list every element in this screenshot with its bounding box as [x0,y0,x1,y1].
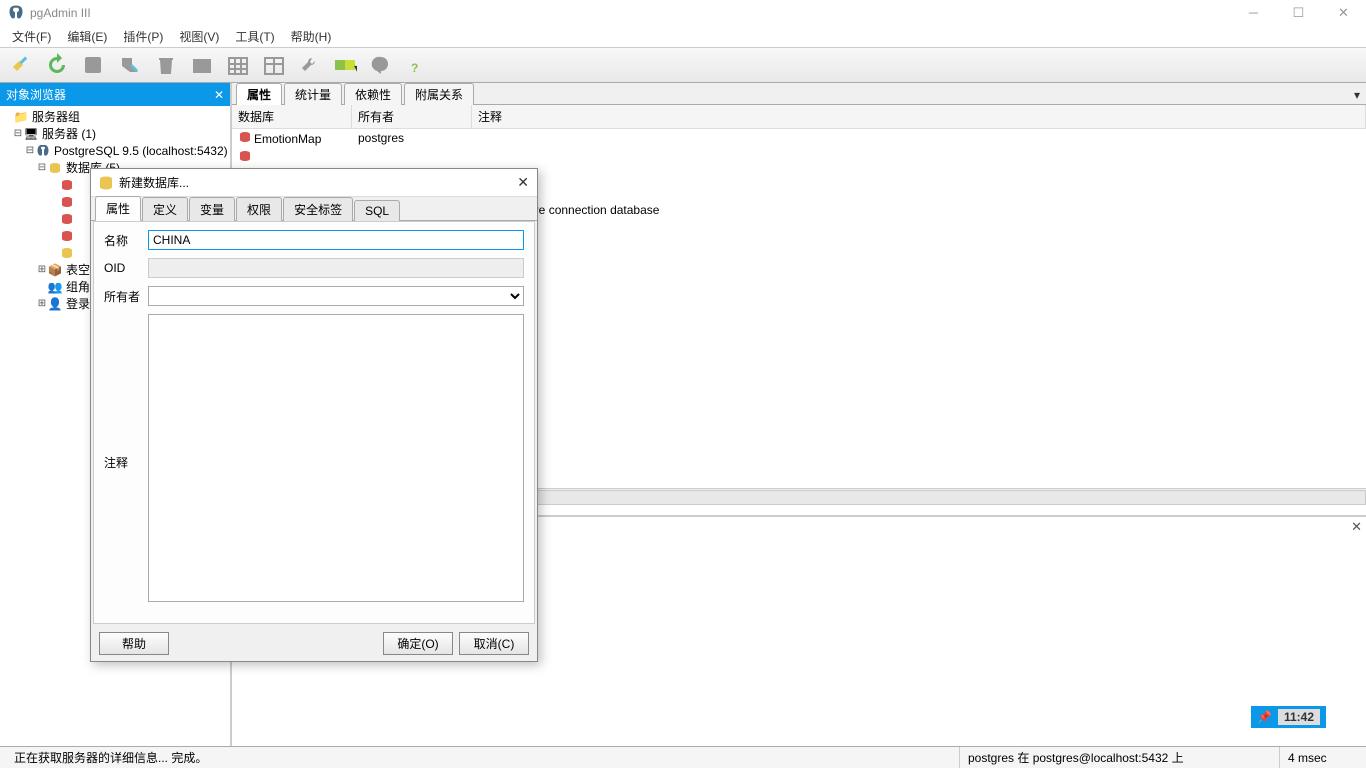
col-owner[interactable]: 所有者 [352,105,472,128]
dlg-tab-sql[interactable]: SQL [354,200,400,221]
label-oid: OID [104,261,148,275]
maximize-button[interactable]: ☐ [1276,0,1321,25]
tree-servers[interactable]: 服务器 (1) [42,125,96,142]
svg-text:?: ? [411,61,418,75]
dlg-tab-properties[interactable]: 属性 [95,196,141,221]
help-icon[interactable]: ? [400,50,434,80]
label-name: 名称 [104,232,148,249]
dialog-title: 新建数据库... [119,174,189,191]
tree-server-node[interactable]: PostgreSQL 9.5 (localhost:5432) [54,144,228,158]
oid-field [148,258,524,278]
col-comment[interactable]: 注释 [472,105,1366,128]
sql-icon[interactable] [184,50,218,80]
content-tabs: 属性 统计量 依赖性 附属关系 ▾ [232,83,1366,105]
expand-icon[interactable]: ⊟ [24,145,36,156]
status-connection: postgres 在 postgres@localhost:5432 上 [960,747,1280,768]
status-message: 正在获取服务器的详细信息... 完成。 [6,747,960,768]
minimize-button[interactable]: ─ [1231,0,1276,25]
titlebar: pgAdmin III ─ ☐ ✕ [0,0,1366,25]
expand-icon[interactable]: ⊞ [36,298,48,309]
col-database[interactable]: 数据库 [232,105,352,128]
tab-properties[interactable]: 属性 [236,83,282,105]
drop-icon[interactable] [148,50,182,80]
tree-login-roles[interactable]: 登录 [66,295,90,312]
new-database-dialog: 新建数据库... ✕ 属性 定义 变量 权限 安全标签 SQL 名称 OID 所… [90,168,538,662]
filter-icon[interactable] [256,50,290,80]
expand-icon[interactable]: ⊞ [36,264,48,275]
dialog-tabs: 属性 定义 变量 权限 安全标签 SQL [91,197,537,221]
app-title: pgAdmin III [30,6,91,20]
app-icon [8,5,24,21]
expand-icon[interactable]: ⊟ [36,162,48,173]
cell-db: EmotionMap [254,132,321,146]
create-icon[interactable] [112,50,146,80]
dlg-tab-privileges[interactable]: 权限 [236,197,282,221]
menu-tools[interactable]: 工具(T) [227,26,282,47]
tree-root[interactable]: 服务器组 [32,108,80,125]
refresh-icon[interactable] [40,50,74,80]
sql-pane-close-icon[interactable]: ✕ [1351,519,1362,535]
menubar: 文件(F) 编辑(E) 插件(P) 视图(V) 工具(T) 帮助(H) [0,25,1366,47]
close-button[interactable]: ✕ [1321,0,1366,25]
tab-dependents[interactable]: 附属关系 [404,83,474,105]
comment-field[interactable] [148,314,524,602]
table-row[interactable]: EmotionMap postgres [232,129,1366,148]
tab-dropdown-icon[interactable]: ▾ [1348,86,1366,104]
dialog-body: 名称 OID 所有者 注释 [93,221,535,624]
menu-edit[interactable]: 编辑(E) [59,26,115,47]
label-owner: 所有者 [104,288,148,305]
dialog-buttons: 帮助 确定(O) 取消(C) [91,626,537,661]
tree-group-roles[interactable]: 组角 [66,278,90,295]
window-controls: ─ ☐ ✕ [1231,0,1366,25]
dialog-titlebar[interactable]: 新建数据库... ✕ [91,169,537,197]
connect-icon[interactable] [4,50,38,80]
label-comment: 注释 [104,454,148,471]
cell-comment-partial: dministrative connection database [472,202,1366,218]
help-button[interactable]: 帮助 [99,632,169,655]
dlg-tab-definition[interactable]: 定义 [142,197,188,221]
statusbar: 正在获取服务器的详细信息... 完成。 postgres 在 postgres@… [0,746,1366,768]
cancel-button[interactable]: 取消(C) [459,632,529,655]
menu-plugins[interactable]: 插件(P) [115,26,171,47]
dialog-close-icon[interactable]: ✕ [517,174,529,191]
pin-icon[interactable]: 📌 [1257,710,1272,724]
ok-button[interactable]: 确定(O) [383,632,453,655]
wrench-icon[interactable] [292,50,326,80]
menu-help[interactable]: 帮助(H) [283,26,340,47]
tree-tablespaces[interactable]: 表空 [66,261,90,278]
toolbar: ▾ ? [0,47,1366,83]
clock-time: 11:42 [1278,709,1320,725]
sidebar-close-icon[interactable]: ✕ [214,88,224,102]
svg-text:▾: ▾ [354,61,357,75]
clock-widget: 📌 11:42 [1251,706,1326,728]
expand-icon[interactable]: ⊟ [12,128,24,139]
owner-select[interactable] [148,286,524,306]
sidebar-header: 对象浏览器 ✕ [0,83,230,106]
dlg-tab-security[interactable]: 安全标签 [283,197,353,221]
menu-file[interactable]: 文件(F) [4,26,59,47]
grid-icon[interactable] [220,50,254,80]
cell-owner: postgres [352,130,472,147]
menu-view[interactable]: 视图(V) [171,26,227,47]
database-icon [99,176,113,190]
hint-icon[interactable] [364,50,398,80]
status-time: 4 msec [1280,747,1360,768]
dlg-tab-variables[interactable]: 变量 [189,197,235,221]
properties-icon[interactable] [76,50,110,80]
sidebar-title: 对象浏览器 [6,86,66,103]
name-field[interactable] [148,230,524,250]
table-row[interactable] [232,148,1366,167]
tab-dependencies[interactable]: 依赖性 [344,83,402,105]
tab-statistics[interactable]: 统计量 [284,83,342,105]
plugin-icon[interactable]: ▾ [328,50,362,80]
